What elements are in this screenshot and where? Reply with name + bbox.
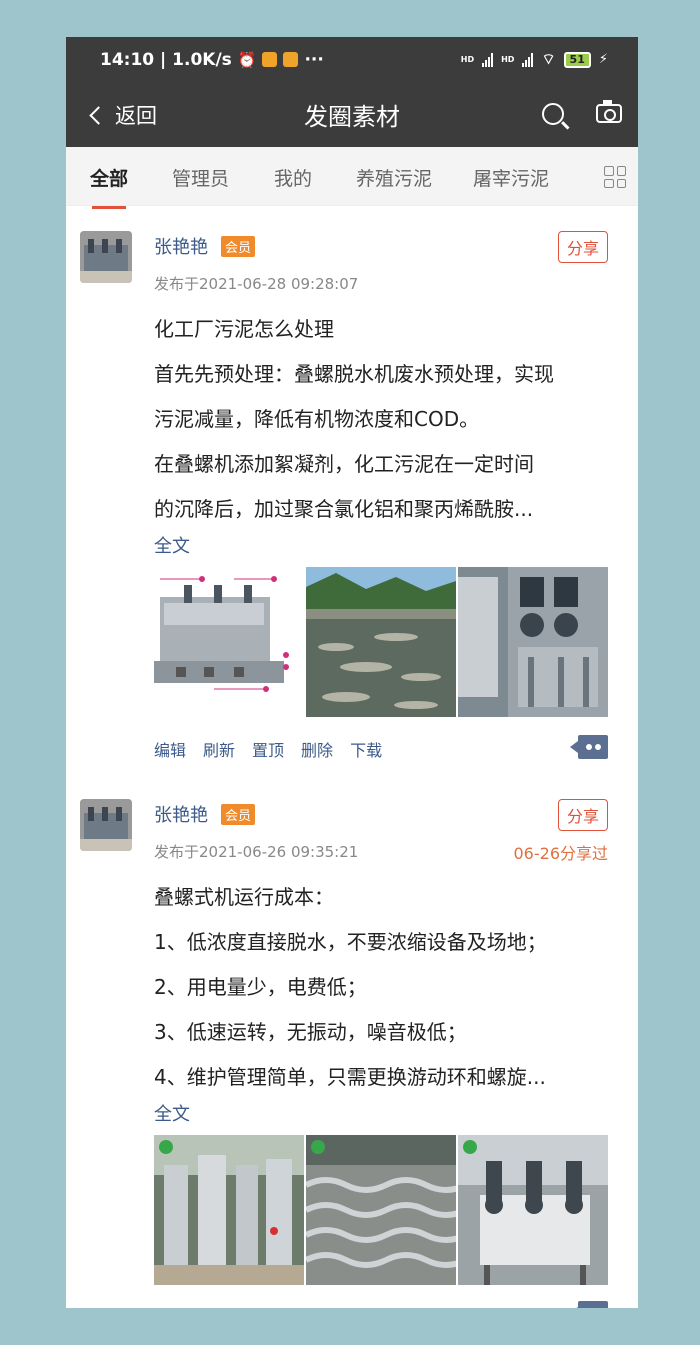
author-name[interactable]: 张艳艳 xyxy=(154,801,208,827)
post-timestamp: 发布于2021-06-28 09:28:07 xyxy=(154,275,359,293)
tab-slaughter-sludge[interactable]: 屠宰污泥 xyxy=(473,164,549,191)
avatar[interactable] xyxy=(80,231,132,283)
download-button[interactable]: 下载 xyxy=(350,737,382,761)
network-label-1: HD xyxy=(460,55,475,64)
signal-icon-2 xyxy=(522,52,534,67)
app-notification-icon xyxy=(262,52,278,67)
post-text-line: 叠螺式机运行成本： xyxy=(154,885,334,909)
network-label-2: HD xyxy=(501,55,515,64)
status-bar: 14:10 | 1.0K/s ⏰ ··· HD HD ⌔ 51 ⚡ xyxy=(66,37,638,82)
author-name[interactable]: 张艳艳 xyxy=(154,233,208,259)
member-badge: 会员 xyxy=(221,236,256,257)
post-actions: 编辑 刷新 置顶 删除 下载 xyxy=(154,737,382,761)
member-badge: 会员 xyxy=(221,804,256,825)
post-timestamp: 发布于2021-06-26 09:35:21 xyxy=(154,843,359,861)
post-text-line: 3、低速运转，无振动，噪音极低； xyxy=(154,1020,467,1044)
full-text-link[interactable]: 全文 xyxy=(154,1100,190,1126)
delete-button[interactable]: 删除 xyxy=(301,737,333,761)
grid-menu-icon[interactable] xyxy=(604,166,626,188)
post-text-line: 在叠螺机添加絮凝剂，化工污泥在一定时间 xyxy=(154,452,534,476)
signal-icon xyxy=(482,52,494,67)
title-bar: 返回 发圈素材 xyxy=(66,82,638,147)
post-text-line: 2、用电量少，电费低； xyxy=(154,975,367,999)
chevron-left-icon xyxy=(89,106,108,125)
tab-mine[interactable]: 我的 xyxy=(274,164,312,191)
avatar[interactable] xyxy=(80,799,132,851)
tab-breeding-sludge[interactable]: 养殖污泥 xyxy=(356,164,432,191)
post-text-line: 4、维护管理简单，只需更换游动环和螺旋... xyxy=(154,1065,546,1089)
post-image[interactable] xyxy=(306,567,456,717)
post-text-line: 首先先预处理：叠螺脱水机废水预处理，实现 xyxy=(154,362,554,386)
alarm-icon: ⏰ xyxy=(237,50,257,69)
post-image[interactable] xyxy=(154,567,304,717)
category-tabs: 全部 管理员 我的 养殖污泥 屠宰污泥 xyxy=(66,147,638,209)
battery-icon: 51 xyxy=(563,51,591,68)
image-grid xyxy=(154,567,608,717)
tab-admin[interactable]: 管理员 xyxy=(172,164,229,191)
post-image[interactable] xyxy=(306,1135,456,1285)
post-text-line: 1、低浓度直接脱水，不要浓缩设备及场地； xyxy=(154,930,547,954)
post-text-line: 污泥减量，降低有机物浓度和COD。 xyxy=(154,407,480,431)
post-image[interactable] xyxy=(458,567,608,717)
share-button[interactable]: 分享 xyxy=(557,799,608,831)
app-notification-icon-2 xyxy=(283,52,299,67)
post-text-line: 的沉降后，加过聚合氯化铝和聚丙烯酰胺... xyxy=(154,497,534,521)
comment-more-icon[interactable] xyxy=(570,735,608,759)
back-label: 返回 xyxy=(115,103,157,128)
post-text-line: 化工厂污泥怎么处理 xyxy=(154,317,334,341)
share-button[interactable]: 分享 xyxy=(557,231,608,263)
post-image[interactable] xyxy=(458,1135,608,1285)
edit-button[interactable]: 编辑 xyxy=(154,737,186,761)
back-button[interactable]: 返回 xyxy=(89,82,157,147)
full-text-link[interactable]: 全文 xyxy=(154,532,190,558)
pin-button[interactable]: 置顶 xyxy=(252,737,284,761)
refresh-button[interactable]: 刷新 xyxy=(203,737,235,761)
shared-status: 06-26分享过 xyxy=(513,844,609,863)
more-notifications-icon: ··· xyxy=(304,49,324,70)
comment-more-icon[interactable] xyxy=(570,1301,608,1308)
charging-icon: ⚡ xyxy=(598,52,608,67)
phone-screen: 14:10 | 1.0K/s ⏰ ··· HD HD ⌔ 51 ⚡ 返回 发圈素… xyxy=(66,37,638,1308)
tab-all[interactable]: 全部 xyxy=(90,164,128,209)
search-icon[interactable] xyxy=(542,103,564,125)
post-image[interactable] xyxy=(154,1135,304,1285)
camera-icon[interactable] xyxy=(596,100,622,123)
status-time: 14:10 | 1.0K/s xyxy=(100,49,232,70)
image-grid xyxy=(154,1135,608,1285)
wifi-icon: ⌔ xyxy=(541,50,556,68)
